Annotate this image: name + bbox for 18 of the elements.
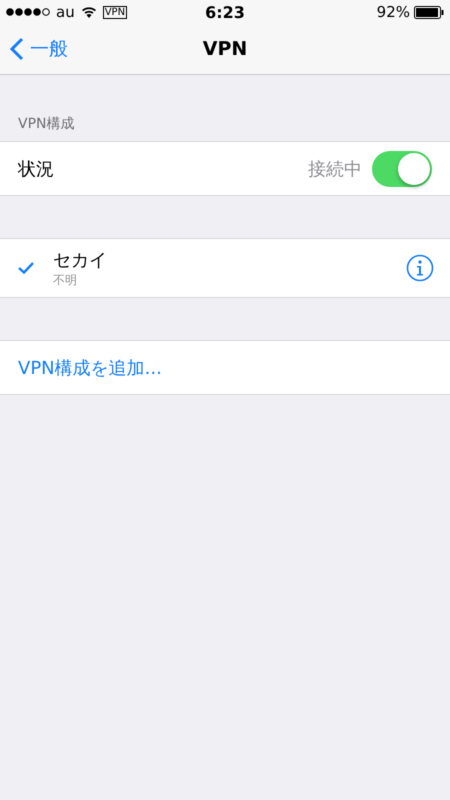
carrier-name: au xyxy=(56,3,75,21)
vpn-config-status: 不明 xyxy=(53,272,78,288)
add-vpn-link[interactable]: VPN構成を追加... xyxy=(0,341,450,394)
back-button[interactable]: 一般 xyxy=(8,34,70,64)
battery-icon xyxy=(414,6,444,18)
connection-toggle[interactable] xyxy=(372,150,432,186)
clock-time: 6:23 xyxy=(205,2,245,22)
vpn-config-name[interactable]: セカイ xyxy=(53,248,406,272)
info-icon[interactable] xyxy=(406,254,434,282)
vpn-badge: VPN xyxy=(102,6,128,18)
nav-title: VPN xyxy=(202,38,248,60)
wifi-icon xyxy=(80,6,97,18)
status-label: 状況 xyxy=(18,158,55,180)
status-value: 接続中 xyxy=(308,158,362,180)
chevron-icon xyxy=(10,37,24,61)
signal-icon xyxy=(6,8,50,16)
battery-percent: 92% xyxy=(376,3,410,21)
section-header: VPN構成 xyxy=(17,115,76,134)
